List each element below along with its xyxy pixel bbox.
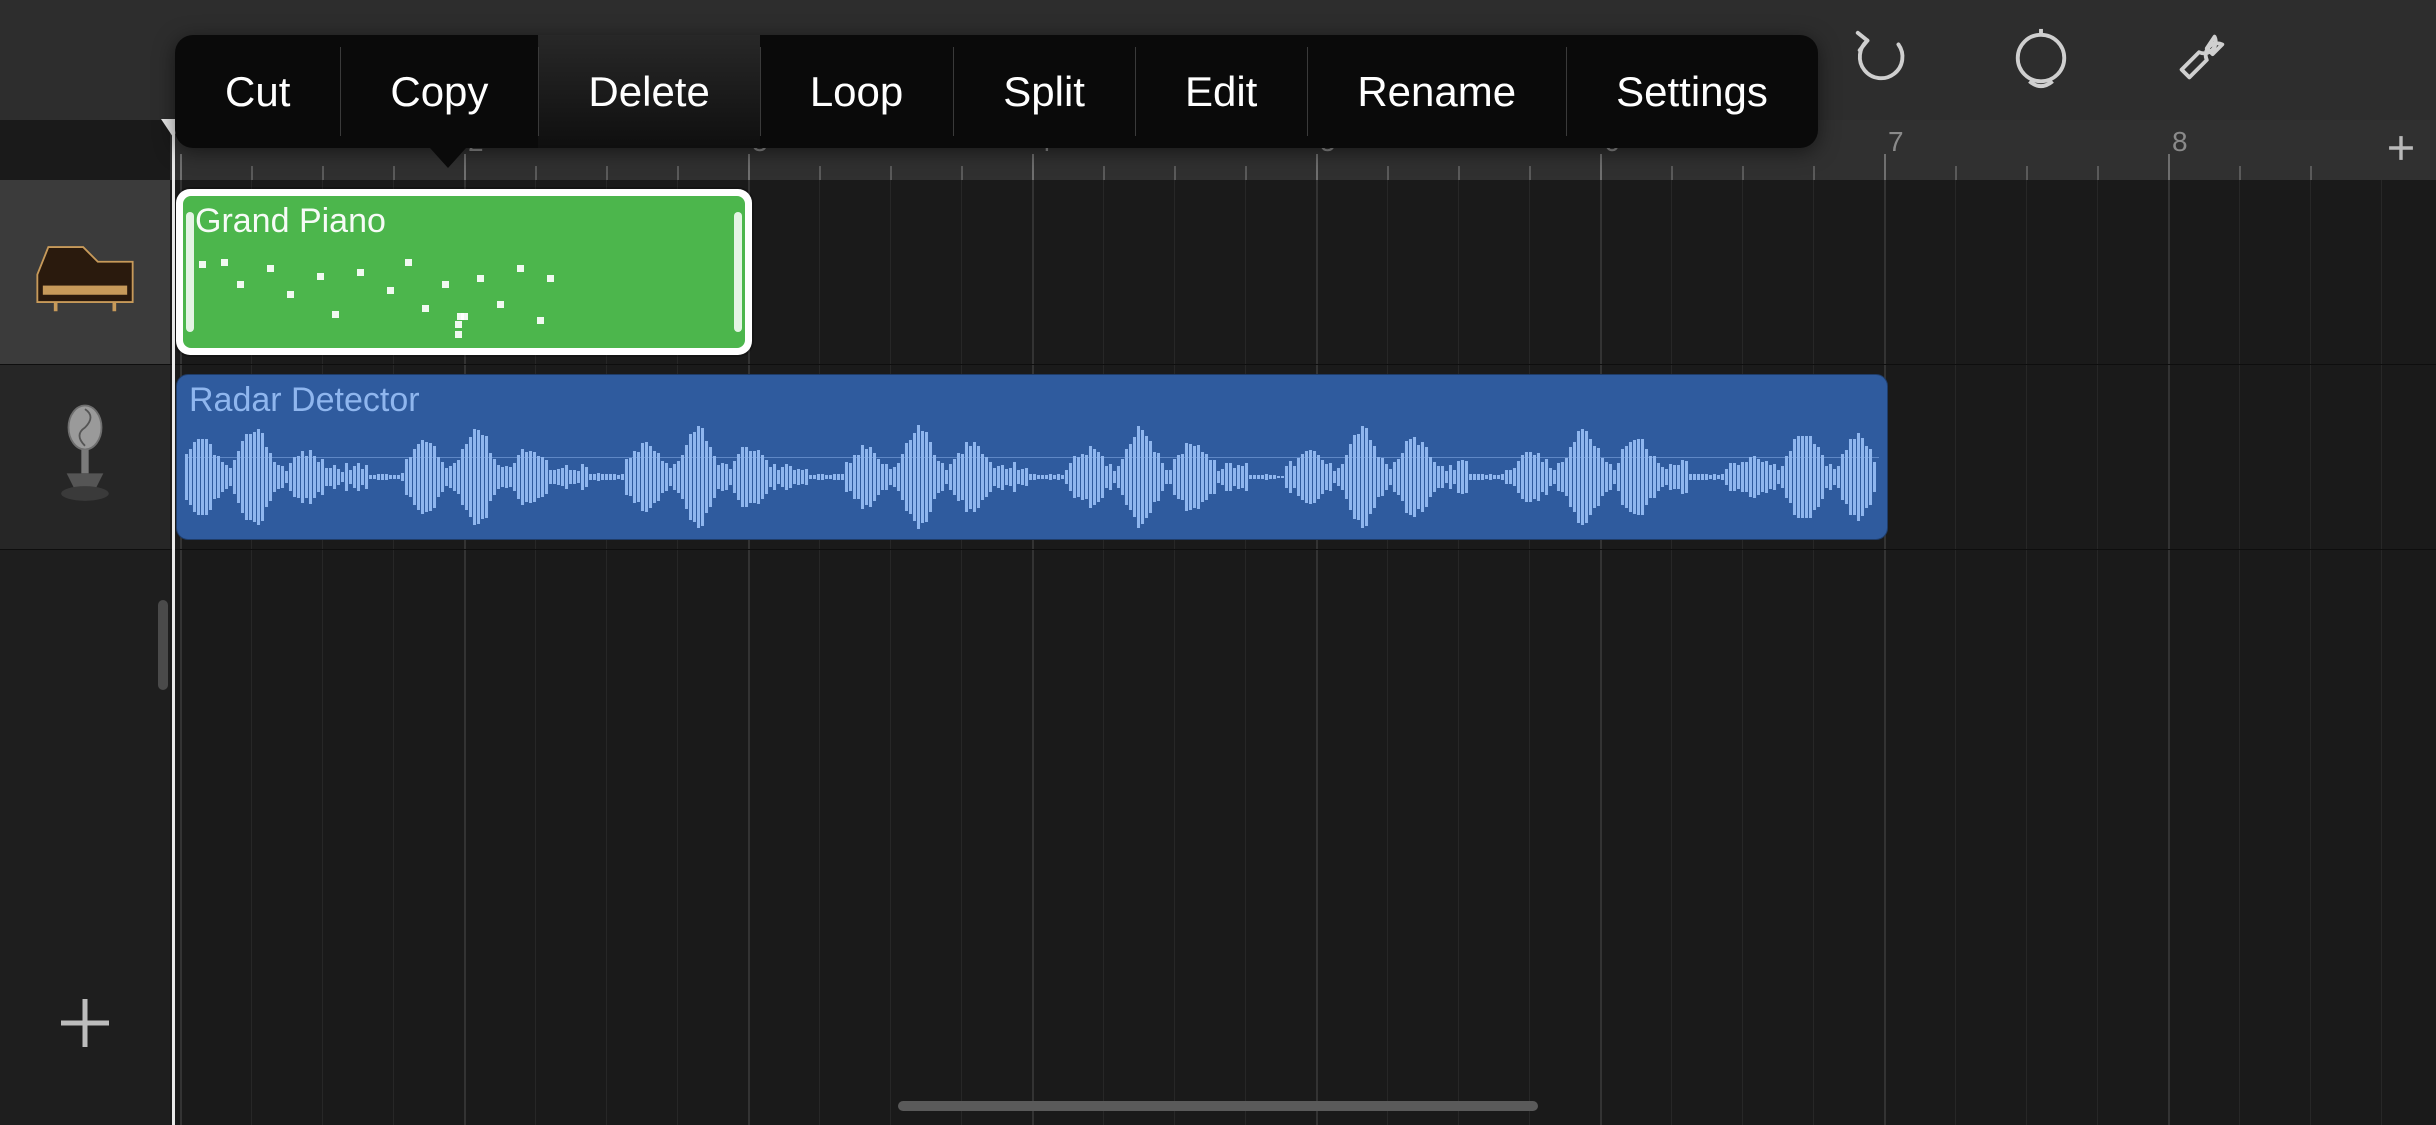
midi-region[interactable]: Grand Piano <box>176 189 752 355</box>
context-item-label: Edit <box>1185 68 1257 116</box>
context-split[interactable]: Split <box>953 35 1135 148</box>
context-copy[interactable]: Copy <box>340 35 538 148</box>
context-rename[interactable]: Rename <box>1307 35 1566 148</box>
playhead[interactable] <box>172 120 175 1125</box>
context-item-label: Split <box>1003 68 1085 116</box>
ruler-bar-number: 7 <box>1888 126 1904 158</box>
plus-icon <box>2384 131 2418 170</box>
region-resize-handle-left[interactable] <box>186 212 194 332</box>
track-headers <box>0 180 170 1125</box>
context-item-label: Rename <box>1357 68 1516 116</box>
region-label: Grand Piano <box>195 202 386 241</box>
region-resize-handle-right[interactable] <box>734 212 742 332</box>
home-indicator <box>898 1101 1538 1111</box>
microphone-icon <box>30 400 140 515</box>
track-lane[interactable]: Radar Detector <box>170 365 2436 550</box>
context-item-label: Cut <box>225 68 290 116</box>
wrench-icon <box>2170 27 2232 94</box>
context-item-label: Settings <box>1616 68 1768 116</box>
loop-browser-button[interactable] <box>2006 25 2076 95</box>
context-edit[interactable]: Edit <box>1135 35 1307 148</box>
track-settings-button[interactable] <box>2166 25 2236 95</box>
region-label: Radar Detector <box>189 381 420 420</box>
midi-note-preview <box>197 251 731 336</box>
context-menu-pointer <box>430 148 466 168</box>
undo-icon <box>1850 27 1912 94</box>
vertical-scroll-indicator <box>158 600 168 690</box>
add-section-button[interactable] <box>2366 120 2436 180</box>
loop-browser-icon <box>2010 27 2072 94</box>
track-header-piano[interactable] <box>0 180 170 365</box>
add-track-button[interactable] <box>0 965 170 1085</box>
context-cut[interactable]: Cut <box>175 35 340 148</box>
ruler-bar-number: 8 <box>2172 126 2188 158</box>
region-context-menu: Cut Copy Delete Loop Split Edit Rename S… <box>175 35 1818 148</box>
waveform <box>185 429 1879 525</box>
track-lane[interactable]: Grand Piano <box>170 180 2436 365</box>
audio-region[interactable]: Radar Detector <box>176 374 1888 540</box>
context-delete[interactable]: Delete <box>538 35 759 148</box>
context-item-label: Copy <box>390 68 488 116</box>
context-item-label: Loop <box>810 68 903 116</box>
context-settings[interactable]: Settings <box>1566 35 1818 148</box>
track-header-mic[interactable] <box>0 365 170 550</box>
context-item-label: Delete <box>588 68 709 116</box>
tracks-area[interactable]: Grand Piano Radar Detector <box>170 180 2436 1125</box>
context-loop[interactable]: Loop <box>760 35 953 148</box>
piano-icon <box>30 215 140 330</box>
plus-icon <box>55 993 115 1058</box>
undo-button[interactable] <box>1846 25 1916 95</box>
